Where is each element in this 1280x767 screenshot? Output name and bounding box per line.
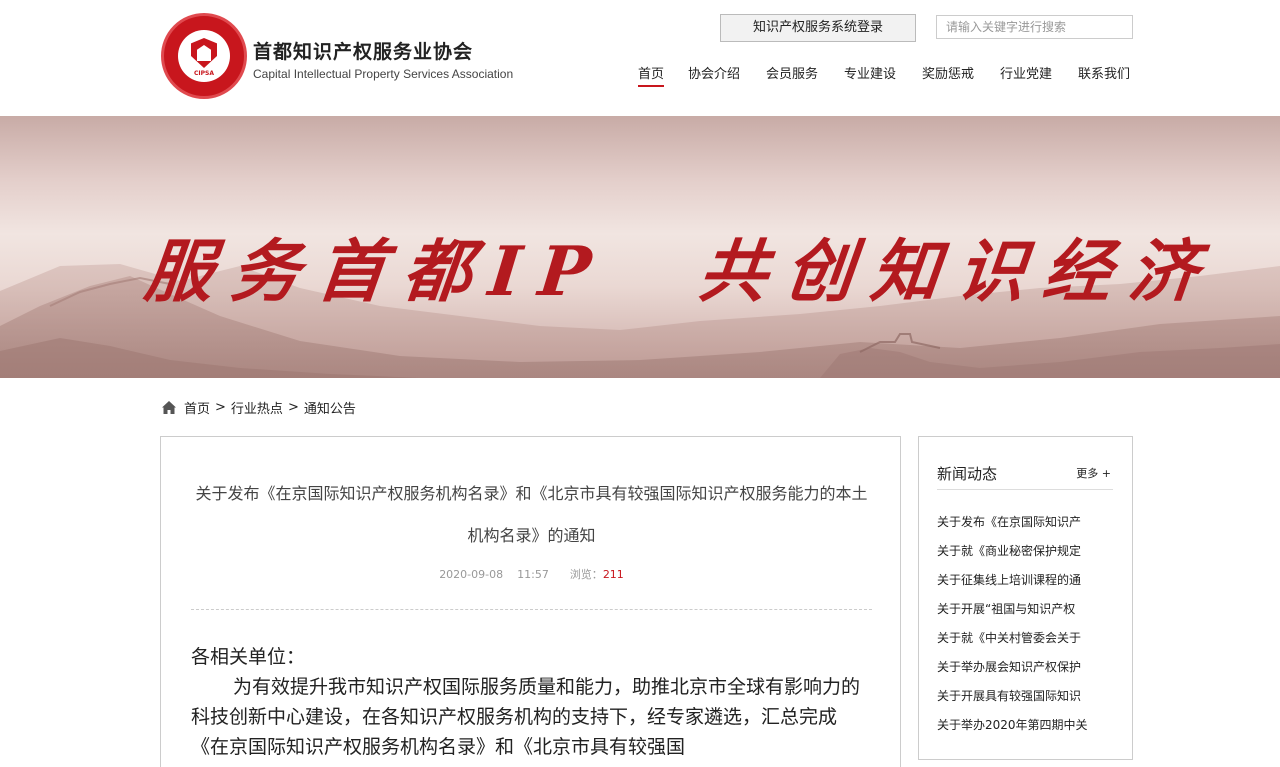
nav-item-contact[interactable]: 联系我们	[1078, 63, 1130, 82]
article-greeting: 各相关单位：	[191, 646, 306, 668]
home-icon[interactable]	[161, 400, 177, 416]
news-list: 关于发布《在京国际知识产 关于就《商业秘密保护规定 关于征集线上培训课程的通 关…	[937, 513, 1113, 745]
article-body: 各相关单位： 为有效提升我市知识产权国际服务质量和能力，助推北京市全球有影响力的…	[191, 642, 872, 762]
nav-item-home[interactable]: 首页	[638, 63, 665, 87]
article-date: 2020-09-08	[439, 568, 504, 581]
breadcrumb-industry-hot[interactable]: 行业热点	[231, 398, 283, 417]
news-list-item[interactable]: 关于就《商业秘密保护规定	[937, 542, 1113, 571]
banner-slogan-left: 服务首都IP	[141, 232, 613, 312]
org-name-english: Capital Intellectual Property Services A…	[253, 67, 514, 81]
site-header: CIPSA 首都知识产权服务业协会 Capital Intellectual P…	[0, 0, 1280, 116]
nav-item-about[interactable]: 协会介绍	[688, 63, 740, 82]
hero-banner: 服务首都IP 共创知识经济	[0, 116, 1280, 378]
news-list-item[interactable]: 关于开展具有较强国际知识	[937, 687, 1113, 716]
breadcrumb-notices[interactable]: 通知公告	[304, 398, 356, 417]
article-time: 11:57	[517, 568, 549, 581]
article-meta: 2020-09-08 11:57 浏览：211	[191, 566, 872, 582]
article-views-count: 211	[602, 568, 624, 581]
nav-item-professional[interactable]: 专业建设	[844, 63, 896, 82]
association-logo[interactable]: CIPSA	[161, 13, 247, 99]
sidebar-title: 新闻动态	[937, 465, 998, 483]
search-input[interactable]	[936, 15, 1133, 39]
ip-system-login-button[interactable]: 知识产权服务系统登录	[720, 14, 916, 42]
news-list-item[interactable]: 关于开展“祖国与知识产权	[937, 600, 1113, 629]
article-divider	[191, 609, 872, 610]
news-sidebar: 新闻动态 更多 + 关于发布《在京国际知识产 关于就《商业秘密保护规定 关于征集…	[918, 436, 1133, 760]
article-panel: 关于发布《在京国际知识产权服务机构名录》和《北京市具有较强国际知识产权服务能力的…	[160, 436, 901, 767]
breadcrumb-separator: >	[215, 400, 226, 415]
nav-item-member-services[interactable]: 会员服务	[766, 63, 818, 82]
article-views-label: 浏览：	[569, 568, 603, 581]
nav-item-rewards-penalties[interactable]: 奖励惩戒	[922, 63, 974, 82]
org-name-chinese: 首都知识产权服务业协会	[253, 41, 474, 63]
news-list-item[interactable]: 关于发布《在京国际知识产	[937, 513, 1113, 542]
banner-slogan-right: 共创知识经济	[695, 232, 1220, 312]
more-news-link[interactable]: 更多 +	[1076, 465, 1111, 481]
news-list-item[interactable]: 关于举办展会知识产权保护	[937, 658, 1113, 687]
breadcrumb: 首页 > 行业热点 > 通知公告	[161, 398, 356, 417]
sidebar-divider	[937, 489, 1113, 490]
article-paragraph: 为有效提升我市知识产权国际服务质量和能力，助推北京市全球有影响力的科技创新中心建…	[191, 676, 861, 758]
news-list-item[interactable]: 关于就《中关村管委会关于	[937, 629, 1113, 658]
nav-item-party-building[interactable]: 行业党建	[1000, 63, 1052, 82]
news-list-item[interactable]: 关于征集线上培训课程的通	[937, 571, 1113, 600]
news-list-item[interactable]: 关于举办2020年第四期中关	[937, 716, 1113, 745]
article-title: 关于发布《在京国际知识产权服务机构名录》和《北京市具有较强国际知识产权服务能力的…	[195, 484, 868, 545]
breadcrumb-separator: >	[287, 400, 299, 415]
breadcrumb-home[interactable]: 首页	[184, 398, 210, 417]
logo-abbreviation: CIPSA	[194, 70, 214, 77]
